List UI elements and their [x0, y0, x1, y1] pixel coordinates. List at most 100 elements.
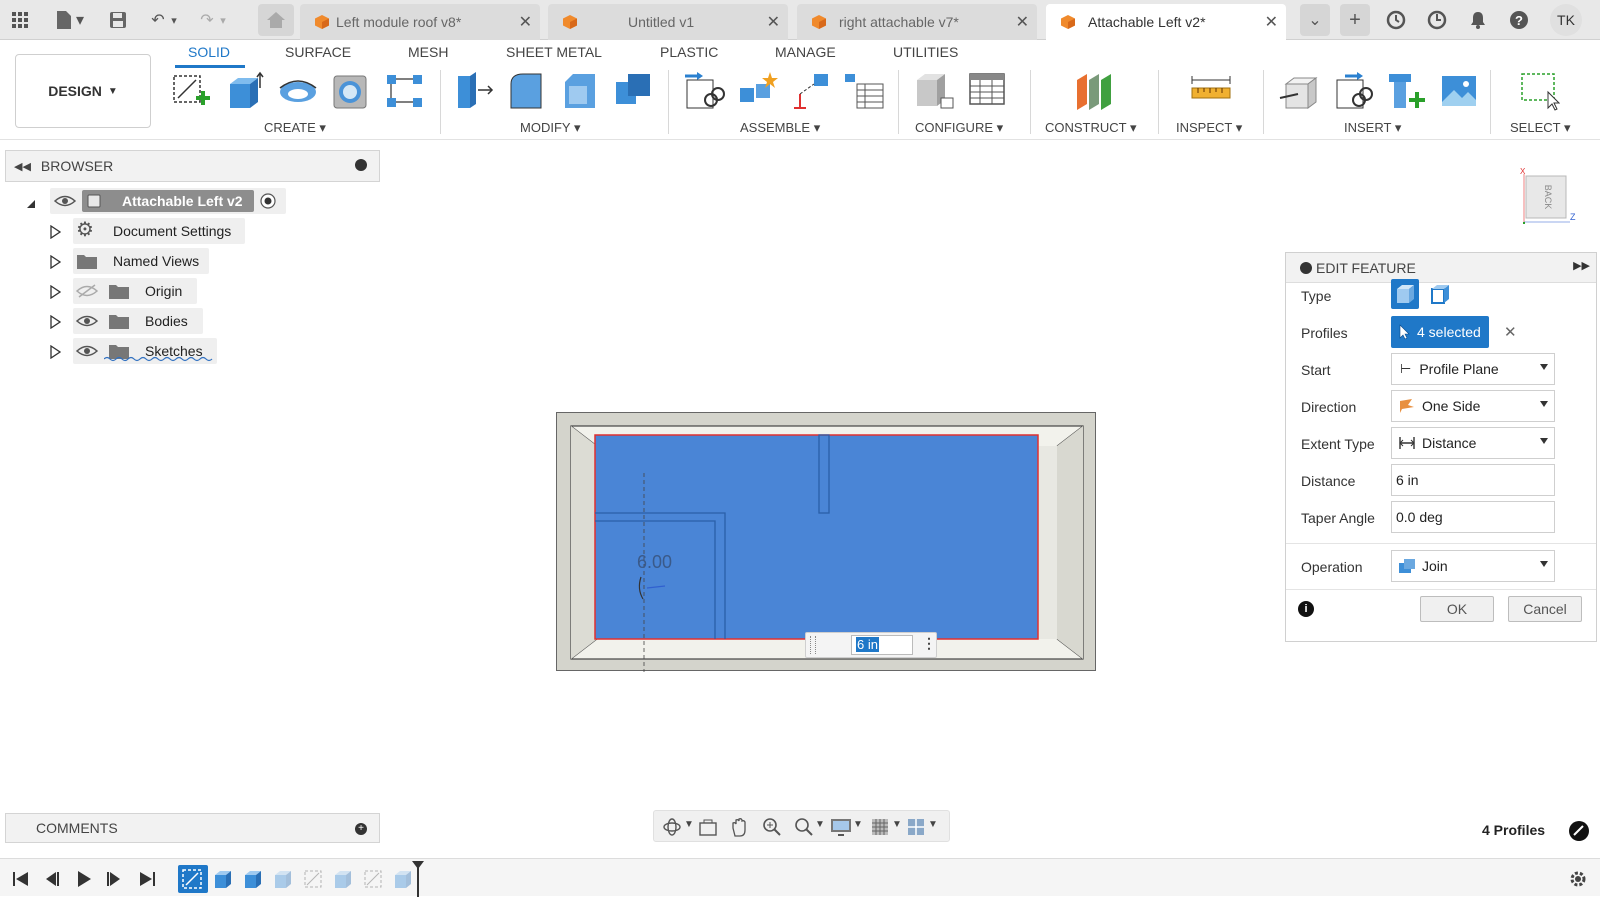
expand-arrow-icon[interactable]: [49, 255, 61, 269]
timeline-sketch-feature-icon[interactable]: [362, 867, 384, 891]
undo-icon[interactable]: ↶: [146, 8, 170, 32]
browser-panel-header[interactable]: ◀◀ BROWSER: [5, 150, 380, 182]
profiles-selection-button[interactable]: 4 selected: [1391, 316, 1489, 348]
grid-caret-icon[interactable]: ▼: [892, 819, 902, 830]
look-at-icon[interactable]: [698, 817, 718, 837]
play-icon[interactable]: [76, 870, 92, 888]
drag-handle-icon[interactable]: [810, 636, 816, 654]
clear-selection-icon[interactable]: ✕: [1504, 323, 1517, 341]
tab-left-module-roof[interactable]: Left module roof v8* ✕: [300, 4, 540, 40]
comments-panel[interactable]: COMMENTS +: [5, 813, 380, 843]
start-dropdown[interactable]: ⊢ Profile Plane: [1391, 353, 1555, 385]
tab-surface[interactable]: SURFACE: [285, 44, 351, 60]
viewcube-icon[interactable]: BACK X Z: [1514, 166, 1576, 228]
step-forward-icon[interactable]: [106, 871, 122, 887]
design-workspace-button[interactable]: DESIGN ▼: [15, 54, 151, 128]
add-comment-icon[interactable]: +: [355, 823, 367, 835]
pan-hand-icon[interactable]: [730, 816, 750, 838]
insert-menu[interactable]: INSERT ▾: [1344, 120, 1401, 136]
home-icon[interactable]: [258, 4, 294, 36]
modify-menu[interactable]: MODIFY ▾: [520, 120, 580, 136]
panel-collapse-icon[interactable]: [1300, 262, 1312, 274]
cancel-button[interactable]: Cancel: [1508, 596, 1582, 622]
display-caret-icon[interactable]: ▼: [853, 819, 863, 830]
distance-input[interactable]: 6 in: [1391, 464, 1555, 496]
timeline-extrude-feature-icon[interactable]: [332, 867, 354, 891]
sketch-status-icon[interactable]: [1568, 820, 1590, 842]
timeline-sketch-feature[interactable]: [178, 865, 208, 893]
timeline-extrude-feature-icon[interactable]: [212, 867, 234, 891]
expand-panel-icon[interactable]: ▶▶: [1573, 259, 1590, 272]
timeline-sketch-feature-icon[interactable]: [302, 867, 324, 891]
notifications-bell-icon[interactable]: [1466, 8, 1490, 32]
motion-link-icon[interactable]: [790, 70, 832, 112]
revolve-icon[interactable]: [277, 70, 319, 112]
tab-attachable-left[interactable]: Attachable Left v2* ✕: [1046, 4, 1286, 40]
save-icon[interactable]: [106, 8, 130, 32]
viewports-caret-icon[interactable]: ▼: [928, 819, 938, 830]
expand-arrow-icon[interactable]: [49, 285, 61, 299]
configure-menu[interactable]: CONFIGURE ▾: [915, 120, 1003, 136]
expand-root-icon[interactable]: [26, 196, 36, 208]
tab-overflow-chevron-icon[interactable]: ⌄: [1300, 4, 1330, 36]
expand-arrow-icon[interactable]: [49, 345, 61, 359]
expand-arrow-icon[interactable]: [49, 225, 61, 239]
timeline-marker-handle[interactable]: [410, 859, 426, 897]
insert-derive-icon[interactable]: [1278, 70, 1320, 112]
undo-caret-icon[interactable]: ▾: [168, 8, 180, 32]
sync-icon[interactable]: [1384, 8, 1408, 32]
type-solid-button[interactable]: [1391, 279, 1419, 309]
orbit-icon[interactable]: [662, 817, 682, 837]
configuration-table-icon[interactable]: [966, 70, 1008, 112]
shell-icon[interactable]: [330, 70, 372, 112]
tab-right-attachable[interactable]: right attachable v7* ✕: [797, 4, 1037, 40]
extrude-icon[interactable]: [224, 70, 266, 112]
info-icon[interactable]: i: [1298, 601, 1314, 617]
go-to-end-icon[interactable]: [138, 871, 156, 887]
distance-manipulator-input[interactable]: 6 in: [851, 635, 913, 655]
inspect-menu[interactable]: INSPECT ▾: [1176, 120, 1242, 136]
combine-icon[interactable]: [612, 70, 654, 112]
assemble-menu[interactable]: ASSEMBLE ▾: [740, 120, 820, 136]
tab-untitled[interactable]: Untitled v1 ✕: [548, 4, 788, 40]
user-avatar[interactable]: TK: [1550, 4, 1582, 36]
close-tab-icon[interactable]: ✕: [767, 12, 780, 32]
measure-icon[interactable]: [1190, 70, 1232, 112]
taper-angle-input[interactable]: 0.0 deg: [1391, 501, 1555, 533]
type-thin-button[interactable]: [1426, 279, 1454, 309]
tab-sheet-metal[interactable]: SHEET METAL: [506, 44, 602, 60]
create-menu[interactable]: CREATE ▾: [264, 120, 326, 136]
redo-caret-icon[interactable]: ▾: [217, 8, 229, 32]
tab-manage[interactable]: MANAGE: [775, 44, 836, 60]
close-tab-icon[interactable]: ✕: [1016, 12, 1029, 32]
ok-button[interactable]: OK: [1420, 596, 1494, 622]
press-pull-icon[interactable]: [452, 70, 494, 112]
app-grid-icon[interactable]: [8, 8, 32, 32]
tree-item-document-settings[interactable]: Document Settings: [113, 219, 231, 243]
insert-canvas-image-icon[interactable]: [1438, 70, 1480, 112]
close-tab-icon[interactable]: ✕: [519, 12, 532, 32]
timeline-settings-gear-icon[interactable]: [1568, 869, 1588, 889]
timeline-extrude-feature-icon[interactable]: [242, 867, 264, 891]
hidden-eye-icon[interactable]: [76, 284, 98, 298]
help-icon[interactable]: ?: [1507, 8, 1531, 32]
go-to-start-icon[interactable]: [12, 871, 30, 887]
bill-of-materials-icon[interactable]: [843, 70, 885, 112]
more-options-icon[interactable]: ⋮: [922, 635, 936, 652]
tree-item-named-views[interactable]: Named Views: [113, 249, 199, 273]
redo-icon[interactable]: ↷: [195, 8, 219, 32]
create-sketch-icon[interactable]: [170, 70, 212, 112]
zoom-window-icon[interactable]: [794, 817, 814, 837]
configure-component-icon[interactable]: [913, 70, 955, 112]
chamfer-icon[interactable]: [559, 70, 601, 112]
orbit-caret-icon[interactable]: ▼: [684, 819, 694, 830]
file-menu-icon[interactable]: [52, 8, 76, 32]
tree-item-origin[interactable]: Origin: [145, 279, 182, 303]
tab-solid[interactable]: SOLID: [188, 44, 230, 60]
tree-item-bodies[interactable]: Bodies: [145, 309, 188, 333]
tab-plastic[interactable]: PLASTIC: [660, 44, 718, 60]
insert-mcmaster-link-icon[interactable]: [1331, 70, 1373, 112]
grid-settings-icon[interactable]: [870, 817, 890, 837]
tab-mesh[interactable]: MESH: [408, 44, 448, 60]
viewports-icon[interactable]: [906, 817, 926, 837]
